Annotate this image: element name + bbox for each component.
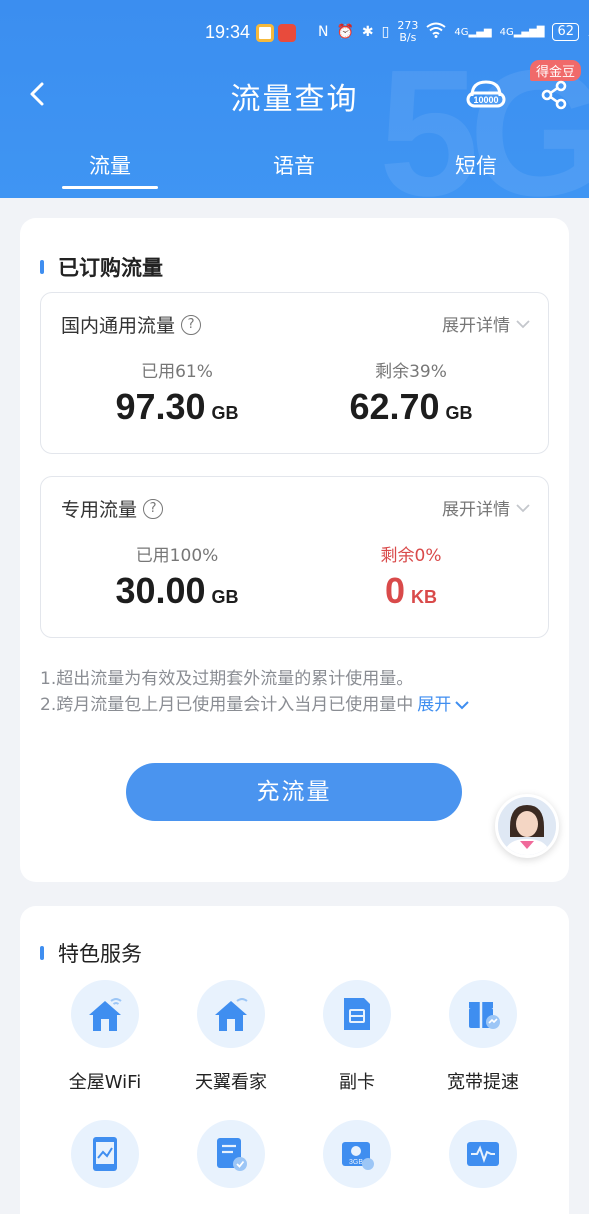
general-remaining: 剩余39% 62.70 GB bbox=[311, 357, 511, 428]
vibrate-icon: ▯ bbox=[381, 24, 390, 40]
dedicated-expand-details[interactable]: 展开详情 bbox=[442, 495, 530, 520]
dedicated-remaining: 剩余0% 0 KB bbox=[311, 541, 511, 612]
section-marker bbox=[40, 260, 44, 274]
tablet-chart-icon bbox=[93, 1137, 117, 1171]
general-data-name: 国内通用流量 ? bbox=[61, 311, 202, 338]
share-icon[interactable] bbox=[540, 80, 568, 110]
assistant-avatar[interactable] bbox=[495, 794, 559, 858]
signal-monitor-icon bbox=[467, 1142, 499, 1166]
wifi-icon bbox=[426, 22, 446, 42]
service-item-6[interactable] bbox=[171, 1120, 291, 1208]
remaining-label: 剩余39% bbox=[375, 362, 447, 382]
note-1: 1.超出流量为有效及过期套外流量的累计使用量。 bbox=[40, 669, 414, 689]
signal-icon-2: 4G▂▄▆█ bbox=[499, 26, 545, 38]
home-wifi-icon bbox=[89, 998, 122, 1031]
help-icon[interactable]: ? bbox=[181, 314, 202, 335]
document-check-icon bbox=[217, 1138, 247, 1171]
used-label: 已用100% bbox=[135, 546, 219, 566]
shop-app-icon bbox=[278, 24, 296, 42]
section-marker bbox=[40, 946, 44, 960]
dedicated-data-box: 专用流量 ? 展开详情 已用100% 30.00 GB 剩余0% 0 KB bbox=[40, 476, 549, 638]
status-icons: N ⏰ ✱ ▯ 273 B/s 4G▂▄▆ 4G▂▄▆█ 62 ⚡ bbox=[318, 20, 589, 44]
service-item-8[interactable] bbox=[423, 1120, 543, 1208]
status-bar: 19:34 N ⏰ ✱ ▯ 273 B/s 4G▂▄▆ 4G▂▄▆█ 62 ⚡ bbox=[0, 20, 589, 48]
svg-text:3GB: 3GB bbox=[349, 1159, 363, 1166]
section-title-subscribed: 已订购流量 bbox=[40, 252, 163, 282]
net-speed: 273 B/s bbox=[397, 19, 419, 44]
note-2: 2.跨月流量包上月已使用量会计入当月已使用量中 展开 bbox=[40, 692, 469, 718]
used-value: 30.00 GB bbox=[115, 570, 239, 611]
status-time: 19:34 bbox=[205, 22, 251, 42]
service-sim-card[interactable]: 副卡 bbox=[297, 980, 417, 1094]
used-value: 97.30 GB bbox=[115, 386, 239, 427]
remaining-label: 剩余0% bbox=[380, 546, 442, 566]
tab-data[interactable]: 流量 bbox=[50, 150, 170, 189]
data-package-icon: 3GB bbox=[342, 1142, 374, 1170]
weibo-icon bbox=[256, 24, 274, 42]
chevron-down-icon bbox=[516, 503, 530, 512]
top-up-data-button[interactable]: 充流量 bbox=[126, 763, 462, 821]
sim-card-icon bbox=[344, 998, 370, 1030]
svg-text:10000: 10000 bbox=[473, 95, 498, 105]
bluetooth-icon: ✱ bbox=[361, 24, 374, 40]
service-item-7[interactable]: 3GB bbox=[297, 1120, 417, 1208]
chevron-down-icon bbox=[455, 701, 469, 710]
customer-service-icon[interactable]: 10000 bbox=[466, 78, 506, 112]
service-home-wifi[interactable]: 全屋WiFi bbox=[45, 980, 165, 1094]
help-icon[interactable]: ? bbox=[143, 498, 164, 519]
tab-bar: 流量 语音 短信 bbox=[0, 150, 589, 190]
used-label: 已用61% bbox=[141, 362, 213, 382]
general-used: 已用61% 97.30 GB bbox=[77, 357, 277, 428]
notes-expand-link[interactable]: 展开 bbox=[417, 692, 469, 718]
subscribed-data-card: 已订购流量 国内通用流量 ? 展开详情 已用61% 97.30 GB 剩余39% … bbox=[20, 218, 569, 882]
general-data-box: 国内通用流量 ? 展开详情 已用61% 97.30 GB 剩余39% 62.70 G… bbox=[40, 292, 549, 454]
home-camera-icon bbox=[215, 998, 248, 1031]
nfc-icon: N bbox=[318, 24, 329, 40]
general-expand-details[interactable]: 展开详情 bbox=[442, 311, 530, 336]
alarm-icon: ⏰ bbox=[336, 24, 354, 40]
assistant-portrait-icon bbox=[498, 797, 556, 855]
signal-icon-1: 4G▂▄▆ bbox=[454, 26, 492, 38]
section-title-services: 特色服务 bbox=[40, 938, 142, 968]
dedicated-data-name: 专用流量 ? bbox=[61, 495, 164, 522]
usage-notes: 1.超出流量为有效及过期套外流量的累计使用量。 2.跨月流量包上月已使用量会计入… bbox=[40, 666, 469, 718]
service-home-camera[interactable]: 天翼看家 bbox=[171, 980, 291, 1094]
tab-voice[interactable]: 语音 bbox=[234, 150, 354, 180]
service-broadband-boost[interactable]: 宽带提速 bbox=[423, 980, 543, 1094]
service-item-5[interactable] bbox=[45, 1120, 165, 1208]
remaining-value: 0 KB bbox=[384, 570, 438, 611]
broadband-boost-icon bbox=[469, 1002, 500, 1029]
chevron-down-icon bbox=[516, 319, 530, 328]
tab-sms[interactable]: 短信 bbox=[416, 150, 536, 180]
remaining-value: 62.70 GB bbox=[349, 386, 473, 427]
dedicated-used: 已用100% 30.00 GB bbox=[77, 541, 277, 612]
app-header: 5G 19:34 N ⏰ ✱ ▯ 273 B/s 4G▂▄▆ 4G▂▄▆█ 62… bbox=[0, 0, 589, 198]
featured-services-card: 特色服务 全屋WiFi 天翼看家 副卡 宽带提速 3GB bbox=[20, 906, 569, 1214]
gold-bean-badge[interactable]: 得金豆 bbox=[530, 60, 582, 81]
battery-icon: 62 bbox=[552, 23, 580, 41]
